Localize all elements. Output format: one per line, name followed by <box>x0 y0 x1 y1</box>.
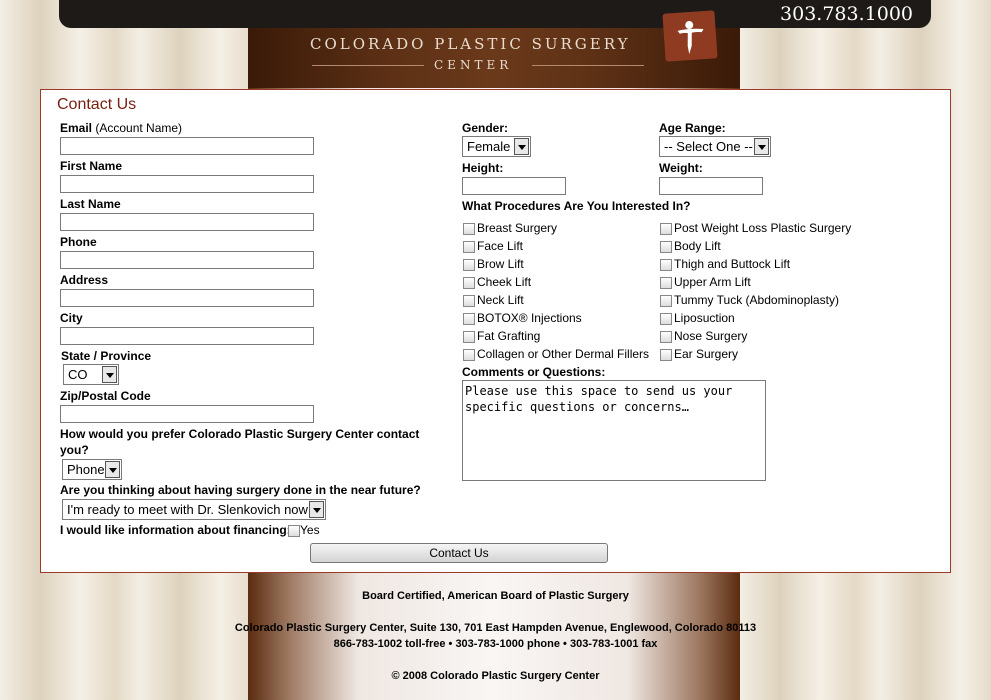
comments-textarea[interactable]: Please use this space to send us your sp… <box>462 380 766 481</box>
procedure-label: Face Lift <box>477 239 524 253</box>
brand-subtitle: CENTER <box>434 58 513 72</box>
state-label: State / Province <box>61 349 152 363</box>
procedure-checkbox[interactable] <box>463 277 475 289</box>
city-label: City <box>60 311 83 325</box>
procedure-label: Neck Lift <box>477 293 524 307</box>
address-label: Address <box>60 273 109 287</box>
first-name-field[interactable] <box>60 175 314 193</box>
chevron-down-icon[interactable] <box>754 138 769 155</box>
procedure-checkbox[interactable] <box>463 295 475 307</box>
brand-rule-right <box>532 65 644 66</box>
contact-us-button[interactable]: Contact Us <box>310 543 608 563</box>
contact-pref-value: Phone <box>67 462 105 477</box>
first-name-label: First Name <box>60 159 123 173</box>
zip-field[interactable] <box>60 405 314 423</box>
financing-checkbox[interactable] <box>288 525 300 537</box>
email-label-text: Email <box>60 121 93 135</box>
procedure-checkbox[interactable] <box>660 259 672 271</box>
email-hint: (Account Name) <box>95 121 183 135</box>
procedure-label: BOTOX® Injections <box>477 311 582 325</box>
procedure-checkbox[interactable] <box>660 223 672 235</box>
procedure-checkbox[interactable] <box>660 277 672 289</box>
procedure-label: Thigh and Buttock Lift <box>674 257 791 271</box>
procedure-checkbox[interactable] <box>463 223 475 235</box>
brand-name[interactable]: COLORADO PLASTIC SURGERY <box>310 35 630 53</box>
procedure-label: Body Lift <box>674 239 721 253</box>
comments-label: Comments or Questions: <box>462 365 606 379</box>
weight-label: Weight: <box>659 161 703 175</box>
procedure-label: Nose Surgery <box>674 329 748 343</box>
timeline-value: I'm ready to meet with Dr. Slenkovich no… <box>67 502 308 517</box>
footer-phones: 866-783-1002 toll-free • 303-783-1000 ph… <box>333 638 658 650</box>
procedure-checkbox[interactable] <box>463 313 475 325</box>
phone-field[interactable] <box>60 251 314 269</box>
contact-form: Contact Us Email (Account Name) First Na… <box>40 89 951 573</box>
state-select-value: CO <box>68 367 88 382</box>
form-title: Contact Us <box>57 96 137 113</box>
height-field[interactable] <box>462 177 566 195</box>
procedures-label: What Procedures Are You Interested In? <box>462 199 691 213</box>
last-name-field[interactable] <box>60 213 314 231</box>
figure-logo-icon[interactable] <box>662 10 718 62</box>
financing-label: I would like information about financing… <box>60 523 291 537</box>
height-label: Height: <box>462 161 504 175</box>
chevron-down-icon[interactable] <box>105 461 120 478</box>
procedure-checkbox[interactable] <box>660 295 672 307</box>
chevron-down-icon[interactable] <box>514 138 529 155</box>
chevron-down-icon[interactable] <box>309 501 324 518</box>
procedure-label: Cheek Lift <box>477 275 532 289</box>
procedure-checkbox[interactable] <box>660 349 672 361</box>
footer-copyright: © 2008 Colorado Plastic Surgery Center <box>391 670 600 682</box>
timeline-label: Are you thinking about having surgery do… <box>60 483 421 497</box>
city-field[interactable] <box>60 327 314 345</box>
procedure-checkbox[interactable] <box>660 313 672 325</box>
gender-value: Female <box>467 139 511 154</box>
zip-label: Zip/Postal Code <box>60 389 151 403</box>
age-range-value: -- Select One -- <box>664 139 753 154</box>
procedure-checkbox[interactable] <box>660 331 672 343</box>
site-header: COLORADO PLASTIC SURGERY CENTER <box>248 10 740 88</box>
last-name-label: Last Name <box>60 197 121 211</box>
top-bar: 303.783.1000 <box>59 0 931 28</box>
weight-field[interactable] <box>659 177 763 195</box>
contact-pref-label-2: you? <box>60 443 89 457</box>
procedure-label: Tummy Tuck (Abdominoplasty) <box>674 293 839 307</box>
footer-certification: Board Certified, American Board of Plast… <box>362 590 629 602</box>
procedure-checkbox[interactable] <box>463 349 475 361</box>
brand-rule-left <box>312 65 424 66</box>
gender-label: Gender: <box>462 121 509 135</box>
procedure-checkbox[interactable] <box>463 241 475 253</box>
state-select[interactable]: CO <box>63 364 119 385</box>
procedure-label: Fat Grafting <box>477 329 541 343</box>
chevron-down-icon[interactable] <box>102 366 117 383</box>
email-label: Email (Account Name) <box>60 121 182 135</box>
phone-label: Phone <box>60 235 97 249</box>
age-range-label: Age Range: <box>659 121 726 135</box>
contact-pref-label-1: How would you prefer Colorado Plastic Su… <box>60 427 420 441</box>
procedure-label: Brow Lift <box>477 257 524 271</box>
procedure-label: Upper Arm Lift <box>674 275 751 289</box>
financing-option-label: Yes <box>300 523 320 537</box>
age-range-select[interactable]: -- Select One -- <box>659 136 771 157</box>
procedure-label: Liposuction <box>674 311 735 325</box>
procedure-label: Breast Surgery <box>477 221 558 235</box>
procedure-label: Ear Surgery <box>674 347 739 361</box>
timeline-select[interactable]: I'm ready to meet with Dr. Slenkovich no… <box>62 499 326 520</box>
procedure-label: Collagen or Other Dermal Fillers <box>477 347 650 361</box>
procedure-checkbox[interactable] <box>463 259 475 271</box>
procedure-label: Post Weight Loss Plastic Surgery <box>674 221 852 235</box>
procedure-checkbox[interactable] <box>463 331 475 343</box>
procedure-checkbox[interactable] <box>660 241 672 253</box>
contact-pref-select[interactable]: Phone <box>62 459 122 480</box>
footer-address: Colorado Plastic Surgery Center, Suite 1… <box>234 622 757 634</box>
header-phone: 303.783.1000 <box>780 3 913 25</box>
address-field[interactable] <box>60 289 314 307</box>
email-field[interactable] <box>60 137 314 155</box>
gender-select[interactable]: Female <box>462 136 531 157</box>
